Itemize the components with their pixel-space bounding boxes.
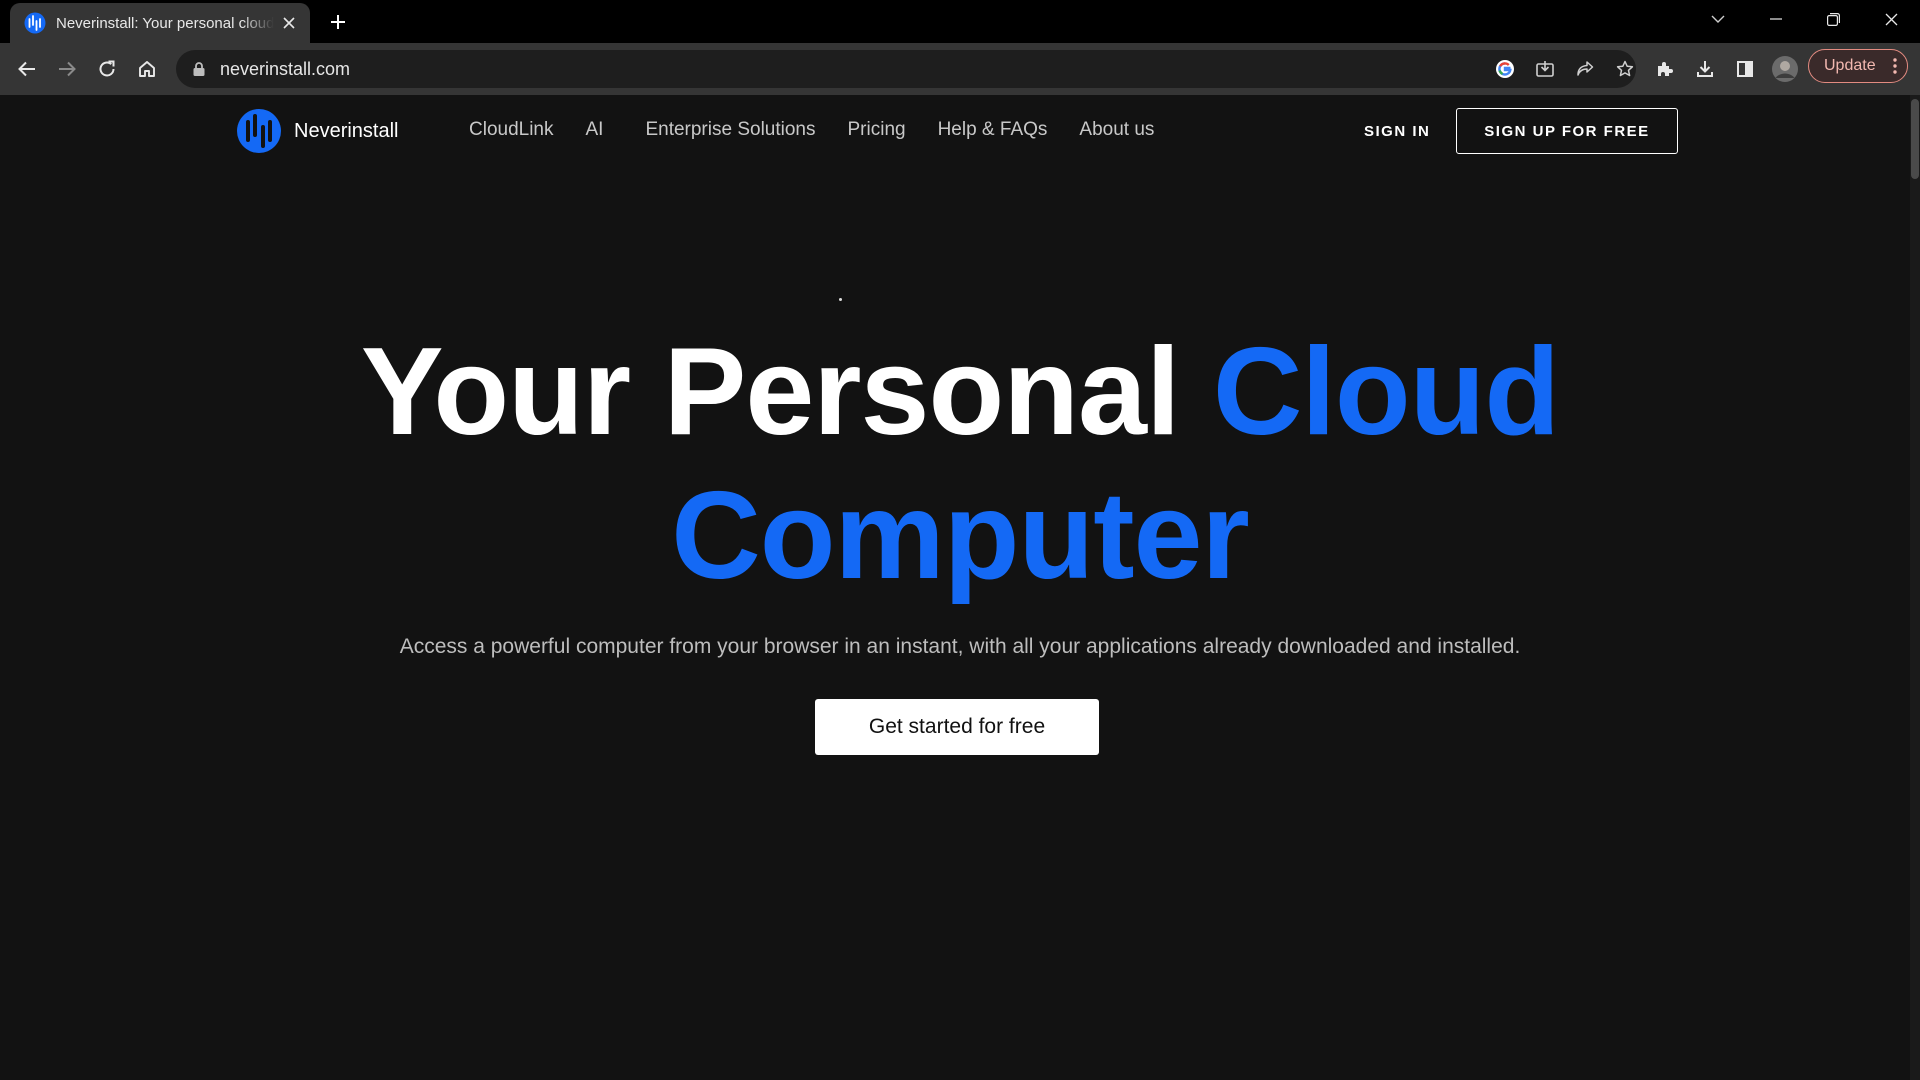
plus-icon: [331, 15, 345, 29]
download-icon: [1697, 61, 1713, 77]
side-panel-icon: [1737, 61, 1753, 77]
get-started-button[interactable]: Get started for free: [815, 699, 1099, 755]
arrow-right-icon: [59, 61, 76, 77]
share-icon[interactable]: [1569, 53, 1601, 85]
get-started-label: Get started for free: [868, 715, 1046, 738]
scrollbar-thumb[interactable]: [1911, 99, 1919, 179]
more-vertical-icon: [1893, 58, 1897, 74]
chevron-down-icon: [1711, 15, 1725, 23]
browser-tabstrip: Neverinstall: Your personal cloud comput…: [0, 0, 1920, 43]
downloads-button[interactable]: [1689, 53, 1721, 85]
browser-tab[interactable]: Neverinstall: Your personal cloud comput…: [10, 3, 310, 43]
nav-link-ai[interactable]: AI: [586, 119, 604, 141]
nav-link-enterprise-solutions[interactable]: Enterprise Solutions: [645, 119, 815, 141]
hero-title-blue-2: Computer: [671, 467, 1250, 605]
home-button[interactable]: [131, 53, 163, 85]
close-icon[interactable]: [278, 12, 300, 34]
restore-icon: [1826, 12, 1840, 26]
reload-button[interactable]: [91, 53, 123, 85]
puzzle-icon: [1658, 62, 1673, 76]
tab-search-button[interactable]: [1690, 0, 1746, 38]
reload-icon: [99, 60, 115, 77]
google-icon[interactable]: [1489, 53, 1521, 85]
url-text: neverinstall.com: [220, 58, 351, 79]
home-icon: [139, 61, 155, 77]
new-tab-button[interactable]: [324, 8, 352, 36]
nav-link-help-faqs[interactable]: Help & FAQs: [938, 119, 1048, 141]
extensions-button[interactable]: [1649, 53, 1681, 85]
sign-in-link[interactable]: SIGN IN: [1364, 123, 1430, 140]
minimize-icon: [1770, 18, 1782, 20]
hero-subtitle: Access a powerful computer from your bro…: [399, 635, 1521, 658]
update-button[interactable]: Update: [1808, 49, 1908, 83]
tab-title: Neverinstall: Your personal cloud comput…: [56, 14, 274, 32]
hero-title-blue-1: Cloud: [1212, 323, 1560, 461]
address-bar[interactable]: neverinstall.com: [176, 50, 1636, 88]
profile-button[interactable]: [1769, 53, 1801, 85]
update-label: Update: [1824, 57, 1876, 74]
web-page: Neverinstall CloudLink AI Enterprise Sol…: [0, 95, 1920, 1080]
lock-icon: [193, 62, 205, 76]
star-icon[interactable]: [1609, 53, 1641, 85]
back-button[interactable]: [11, 53, 43, 85]
hero-title-white: Your Personal: [360, 323, 1180, 461]
nav-link-cloudlink[interactable]: CloudLink: [469, 119, 554, 141]
brand-logo-link[interactable]: Neverinstall: [236, 108, 398, 154]
neverinstall-logo-icon: [24, 12, 46, 34]
sign-up-button[interactable]: SIGN UP FOR FREE: [1456, 108, 1678, 154]
forward-button[interactable]: [51, 53, 83, 85]
page-scrollbar[interactable]: [1910, 95, 1920, 1080]
decorative-dot: [839, 298, 842, 301]
window-close-button[interactable]: [1863, 0, 1919, 38]
main-nav: CloudLink AI Enterprise Solutions Pricin…: [469, 119, 1186, 141]
side-panel-button[interactable]: [1729, 53, 1761, 85]
browser-toolbar: neverinstall.com Update: [0, 43, 1920, 95]
hero-title: Your Personal Cloud Computer: [0, 320, 1920, 608]
sign-up-label: SIGN UP FOR FREE: [1484, 122, 1650, 140]
install-icon[interactable]: [1529, 53, 1561, 85]
neverinstall-logo-icon: [237, 109, 281, 153]
nav-link-about-us[interactable]: About us: [1079, 119, 1154, 141]
close-icon: [1885, 13, 1897, 25]
restore-button[interactable]: [1805, 0, 1861, 38]
arrow-left-icon: [18, 61, 35, 77]
brand-name: Neverinstall: [294, 119, 399, 142]
nav-link-pricing[interactable]: Pricing: [848, 119, 906, 141]
minimize-button[interactable]: [1748, 0, 1804, 38]
avatar: [1772, 56, 1798, 82]
